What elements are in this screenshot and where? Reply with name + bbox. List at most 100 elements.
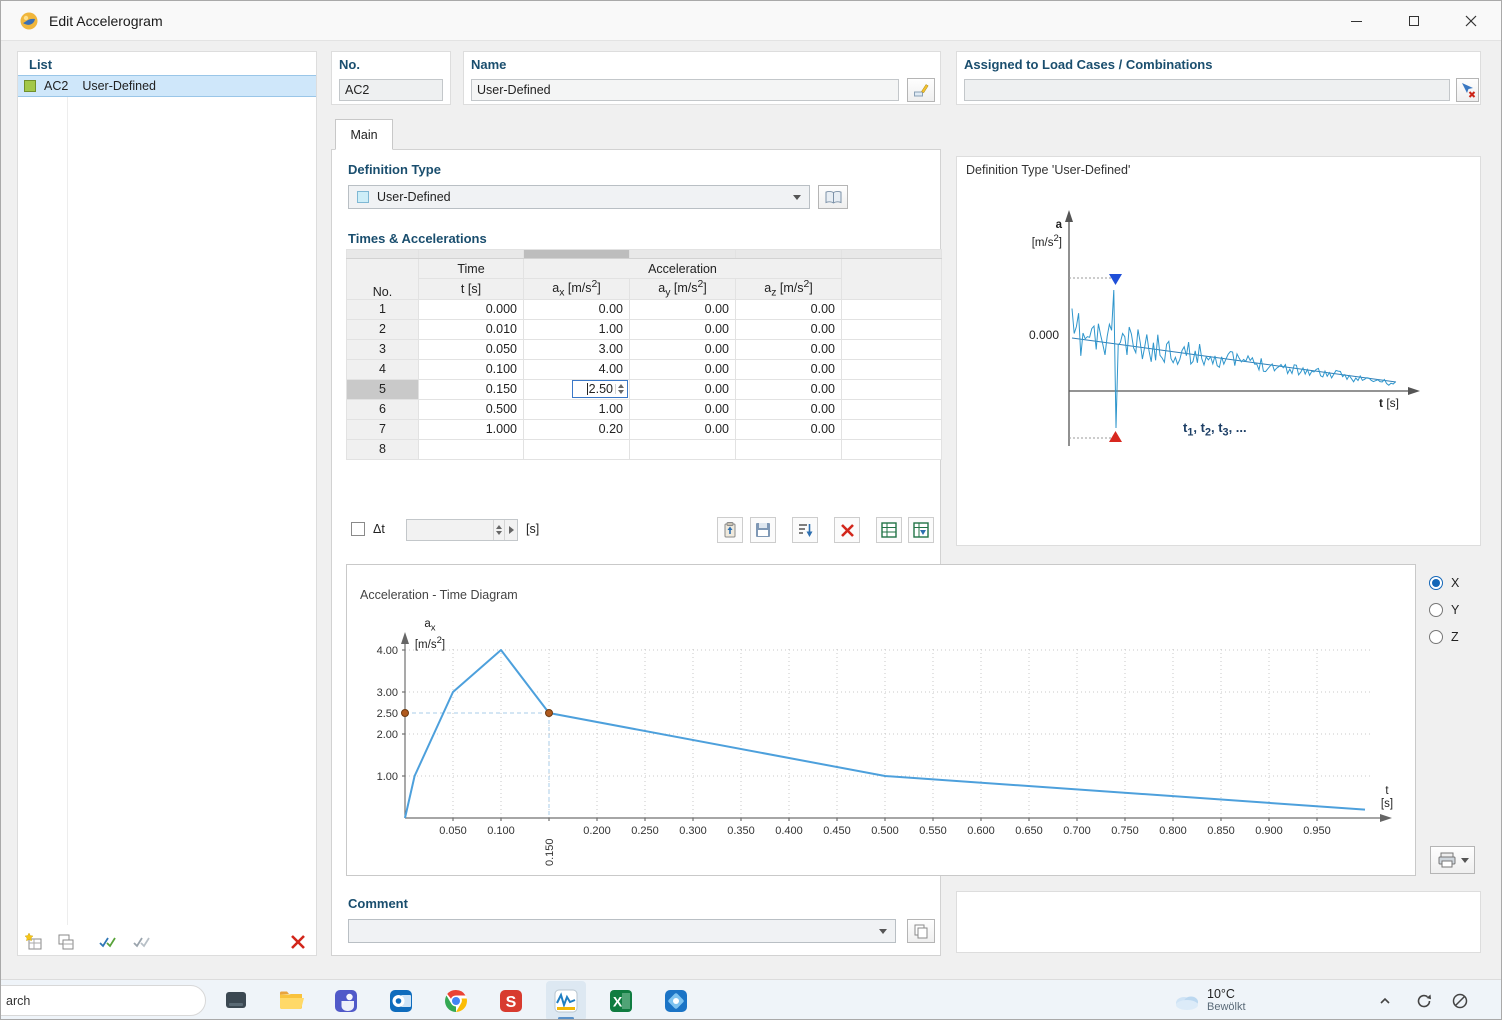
excel-icon[interactable]: X xyxy=(601,981,641,1020)
axis-radio-x[interactable]: X xyxy=(1429,569,1459,596)
s-app-icon[interactable]: S xyxy=(491,981,531,1020)
header-t: t [s] xyxy=(419,279,524,300)
cell-ay-5[interactable]: 0.00 xyxy=(630,379,736,399)
column-strip xyxy=(347,250,419,259)
cell-ay-6[interactable]: 0.00 xyxy=(630,399,736,419)
tab-main[interactable]: Main xyxy=(335,119,393,150)
assign-button[interactable] xyxy=(1456,78,1479,102)
dt-field[interactable] xyxy=(406,519,518,541)
paste-table-button[interactable] xyxy=(717,517,743,543)
weather-widget[interactable]: 10°C Bewölkt xyxy=(1173,985,1293,1017)
list-item-ac2[interactable]: AC2 User-Defined xyxy=(18,75,316,97)
cell-time-6[interactable]: 0.500 xyxy=(419,399,524,419)
photos-icon[interactable] xyxy=(656,981,696,1020)
cell-ax-6[interactable]: 1.00 xyxy=(524,399,630,419)
tray-sync-button[interactable] xyxy=(1408,985,1440,1017)
definition-type-select[interactable]: User-Defined xyxy=(348,185,810,209)
cell-spinner[interactable] xyxy=(615,384,626,394)
cell-ay-7[interactable]: 0.00 xyxy=(630,419,736,439)
uncheck-all-button[interactable] xyxy=(129,929,155,955)
cell-ay-4[interactable]: 0.00 xyxy=(630,359,736,379)
comment-copy-button[interactable] xyxy=(907,919,935,943)
save-table-button[interactable] xyxy=(750,517,776,543)
cell-ay-8[interactable] xyxy=(630,439,736,459)
check-all-button[interactable] xyxy=(95,929,121,955)
rename-button[interactable] xyxy=(907,78,935,102)
teams-icon[interactable] xyxy=(326,981,366,1020)
cell-ax-8[interactable] xyxy=(524,439,630,459)
close-button[interactable] xyxy=(1442,1,1499,41)
new-accelerogram-button[interactable] xyxy=(21,929,47,955)
cell-time-2[interactable]: 0.010 xyxy=(419,319,524,339)
dlubal-rfem-icon[interactable] xyxy=(546,981,586,1020)
outlook-icon[interactable] xyxy=(381,981,421,1020)
maximize-button[interactable] xyxy=(1385,1,1442,41)
cell-az-5[interactable]: 0.00 xyxy=(736,379,842,399)
cell-time-8[interactable] xyxy=(419,439,524,459)
tray-do-not-disturb-button[interactable] xyxy=(1444,985,1476,1017)
excel-table-arrow-icon xyxy=(912,521,930,539)
chart-x-axis-label: t[s] xyxy=(1372,785,1402,811)
tab-main-label: Main xyxy=(350,128,377,142)
clear-table-button[interactable] xyxy=(834,517,860,543)
dt-checkbox[interactable] xyxy=(351,522,365,536)
cell-ax-7[interactable]: 0.20 xyxy=(524,419,630,439)
copy-accelerogram-button[interactable] xyxy=(53,929,79,955)
cell-az-8[interactable] xyxy=(736,439,842,459)
taskbar: arch S X 10°C Bewölkt xyxy=(1,979,1502,1020)
cell-no-4[interactable]: 4 xyxy=(347,359,419,379)
svg-text:0.300: 0.300 xyxy=(679,825,707,837)
cell-no-6[interactable]: 6 xyxy=(347,399,419,419)
cell-az-7[interactable]: 0.00 xyxy=(736,419,842,439)
sort-table-button[interactable] xyxy=(792,517,818,543)
cell-no-1[interactable]: 1 xyxy=(347,299,419,319)
dt-expand-button[interactable] xyxy=(504,520,517,540)
cell-no-5[interactable]: 5 xyxy=(347,379,419,399)
cell-az-6[interactable]: 0.00 xyxy=(736,399,842,419)
no-field[interactable]: AC2 xyxy=(339,79,443,101)
cell-az-1[interactable]: 0.00 xyxy=(736,299,842,319)
delete-accelerogram-button[interactable] xyxy=(285,929,311,955)
minimize-button[interactable] xyxy=(1328,1,1385,41)
cell-ax-5[interactable]: 2.50 xyxy=(524,379,630,399)
cell-ax-1[interactable]: 0.00 xyxy=(524,299,630,319)
cell-az-3[interactable]: 0.00 xyxy=(736,339,842,359)
cell-ax-4[interactable]: 4.00 xyxy=(524,359,630,379)
print-button[interactable] xyxy=(1430,846,1475,874)
dark-app-icon[interactable] xyxy=(216,981,256,1020)
excel-import-button[interactable] xyxy=(908,517,934,543)
cell-ay-3[interactable]: 0.00 xyxy=(630,339,736,359)
cell-no-8[interactable]: 8 xyxy=(347,439,419,459)
cell-time-1[interactable]: 0.000 xyxy=(419,299,524,319)
cell-az-2[interactable]: 0.00 xyxy=(736,319,842,339)
svg-text:X: X xyxy=(613,994,623,1010)
search-input[interactable]: arch xyxy=(0,985,206,1016)
comment-select[interactable] xyxy=(348,919,896,943)
library-button[interactable] xyxy=(818,185,848,209)
cell-ax-2[interactable]: 1.00 xyxy=(524,319,630,339)
file-explorer-icon[interactable] xyxy=(271,981,311,1020)
excel-export-button[interactable] xyxy=(876,517,902,543)
cell-time-3[interactable]: 0.050 xyxy=(419,339,524,359)
cell-ax-3[interactable]: 3.00 xyxy=(524,339,630,359)
cell-ay-2[interactable]: 0.00 xyxy=(630,319,736,339)
cell-ay-1[interactable]: 0.00 xyxy=(630,299,736,319)
cell-no-7[interactable]: 7 xyxy=(347,419,419,439)
cell-time-4[interactable]: 0.100 xyxy=(419,359,524,379)
assigned-field[interactable] xyxy=(964,79,1450,101)
list-item-no: AC2 xyxy=(44,79,68,93)
name-field[interactable]: User-Defined xyxy=(471,79,899,101)
dt-spinner[interactable] xyxy=(493,520,504,540)
cell-time-5[interactable]: 0.150 xyxy=(419,379,524,399)
axis-radio-z[interactable]: Z xyxy=(1429,623,1459,650)
acceleration-time-chart[interactable]: 0.0500.1000.1500.2000.2500.3000.3500.400… xyxy=(350,598,1410,874)
tray-chevron-up-button[interactable] xyxy=(1369,985,1401,1017)
cell-time-7[interactable]: 1.000 xyxy=(419,419,524,439)
chrome-icon[interactable] xyxy=(436,981,476,1020)
cell-no-3[interactable]: 3 xyxy=(347,339,419,359)
cell-az-4[interactable]: 0.00 xyxy=(736,359,842,379)
svg-text:0.700: 0.700 xyxy=(1063,825,1091,837)
cell-no-2[interactable]: 2 xyxy=(347,319,419,339)
cell-editor[interactable]: 2.50 xyxy=(572,380,628,398)
axis-radio-y[interactable]: Y xyxy=(1429,596,1459,623)
